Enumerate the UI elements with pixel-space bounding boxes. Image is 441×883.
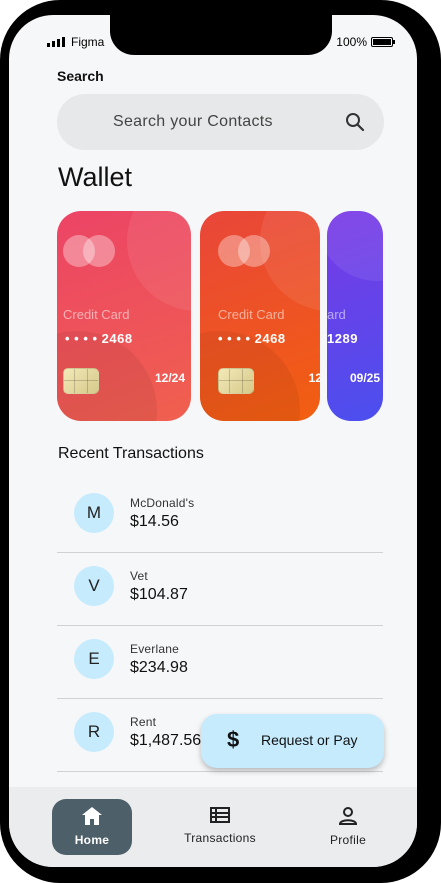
battery-percent: 100% (336, 35, 367, 49)
screen: Figma 100% Search Wallet Credit Card • •… (9, 15, 417, 867)
list-icon (210, 807, 230, 823)
transaction-name: Everlane (130, 642, 179, 656)
home-icon (82, 807, 102, 825)
transaction-row[interactable]: M McDonald's $14.56 (57, 479, 383, 553)
card-chip-icon (218, 368, 254, 394)
nav-item-transactions[interactable]: Transactions (180, 799, 260, 855)
nav-label-transactions: Transactions (184, 831, 256, 845)
avatar: R (74, 712, 114, 752)
card-type: Credit Card (63, 307, 130, 322)
search-icon[interactable] (344, 111, 366, 133)
transaction-row[interactable]: E Everlane $234.98 (57, 625, 383, 699)
card-number: 1289 (327, 331, 358, 346)
search-input[interactable] (57, 94, 384, 150)
card-number: • • • • 2468 (65, 331, 133, 346)
transaction-amount: $14.56 (130, 513, 179, 530)
person-icon (338, 807, 358, 825)
nav-label-profile: Profile (329, 833, 367, 847)
card-expiry: 12 (308, 371, 320, 385)
card-expiry: 12/24 (154, 371, 185, 385)
volume-button (0, 330, 8, 400)
nav-label-home: Home (74, 833, 110, 847)
search-label: Search (57, 68, 104, 84)
card-logo-icon (63, 235, 115, 267)
credit-card[interactable]: Credit Card • • • • 2468 12/24 (57, 211, 191, 421)
bottom-navigation: Home Transactions Profile (9, 787, 417, 867)
transaction-name: Vet (130, 569, 148, 583)
wallet-title: Wallet (58, 162, 133, 192)
card-type: ard (327, 307, 346, 322)
signal-icon (47, 37, 65, 47)
card-chip-icon (63, 368, 99, 394)
transaction-row[interactable]: V Vet $104.87 (57, 552, 383, 626)
card-number: • • • • 2468 (218, 331, 286, 346)
volume-button (0, 236, 8, 316)
transaction-amount: $1,487.56 (130, 732, 202, 749)
card-type: Credit Card (218, 307, 285, 322)
power-button (433, 266, 441, 386)
transaction-name: Rent (130, 715, 157, 729)
transaction-amount: $234.98 (130, 659, 188, 676)
dollar-icon: $ (227, 727, 240, 752)
recent-transactions-title: Recent Transactions (58, 445, 204, 462)
request-or-pay-label: Request or Pay (261, 732, 358, 748)
transaction-amount: $104.87 (130, 586, 188, 603)
nav-item-home[interactable]: Home (52, 799, 132, 855)
transaction-name: McDonald's (130, 496, 195, 510)
credit-card[interactable]: Credit Card • • • • 2468 12 (200, 211, 320, 421)
avatar: V (74, 566, 114, 606)
notch (110, 15, 332, 55)
credit-card[interactable]: ard 1289 09/25 (327, 211, 383, 421)
card-expiry: 09/25 (350, 371, 381, 385)
card-logo-icon (218, 235, 270, 267)
avatar: E (74, 639, 114, 679)
status-bar-right: 100% (336, 35, 395, 49)
status-bar-left: Figma (47, 35, 104, 49)
search-bar[interactable] (57, 94, 384, 150)
carrier-label: Figma (71, 35, 105, 49)
nav-item-profile[interactable]: Profile (308, 799, 388, 855)
battery-icon (371, 37, 395, 47)
request-or-pay-button[interactable]: $ Request or Pay (201, 714, 384, 768)
avatar: M (74, 493, 114, 533)
